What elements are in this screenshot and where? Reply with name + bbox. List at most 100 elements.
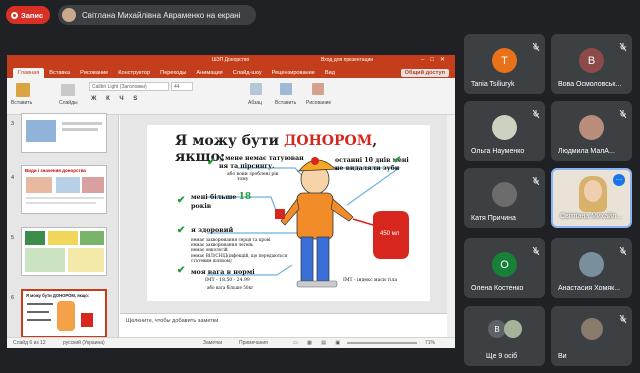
tab-home[interactable]: Главная [13, 68, 45, 78]
tab-draw[interactable]: Рисование [75, 70, 113, 78]
avatar [581, 318, 603, 340]
slide-bmi-right: ІМТ - індекс маси тіла [343, 278, 398, 283]
tab-design[interactable]: Конструктор [113, 70, 155, 78]
participant-tile[interactable]: T Tania Tsiliuryk [464, 34, 545, 94]
notes-field[interactable]: Щелкните, чтобы добавить заметки [120, 313, 455, 337]
self-tile[interactable]: Ви [551, 306, 632, 366]
record-icon [11, 11, 18, 19]
mic-off-icon [532, 105, 540, 119]
tab-review[interactable]: Рецензирование [267, 70, 320, 78]
current-slide[interactable]: Я можу бути ДОНОРОМ, якщо: у мене немає … [147, 125, 430, 301]
connector-lines [207, 157, 409, 288]
slide-healthy-details: немає захворювання серця та крові немає … [191, 237, 287, 263]
participant-name: Олена Костенко [471, 285, 524, 292]
thumb-number: 6 [11, 295, 15, 301]
tattoo-note1: або вони зроблені рік [227, 172, 279, 177]
avatar [504, 320, 522, 338]
slide-thumbnail-5[interactable] [21, 227, 107, 276]
mic-off-icon [619, 38, 627, 52]
slide-scrollbar[interactable] [447, 115, 455, 337]
slides-icon[interactable] [61, 84, 75, 96]
mic-off-icon [619, 242, 627, 256]
notes-toggle-button[interactable]: Заметки [203, 340, 222, 346]
comments-toggle-button[interactable]: Примечания [239, 340, 268, 346]
check-icon: ✔ [393, 155, 402, 166]
check-icon: ✔ [177, 265, 186, 276]
ppt-ribbon: Вставить Слайды Calibri Light (Заголовки… [7, 78, 455, 115]
tab-transitions[interactable]: Переходы [155, 70, 191, 78]
zoom-slider[interactable] [347, 342, 417, 344]
slide-thumbnail-6[interactable]: Я можу бути ДОНОРОМ, якщо: [21, 289, 107, 338]
tab-view[interactable]: Вид [320, 70, 340, 78]
more-options-icon[interactable]: … [613, 174, 625, 186]
slide-item-tattoo: у мене немає татуюван ня та пірсингу. [219, 155, 304, 171]
participant-face [584, 180, 602, 202]
drawing-icon[interactable] [312, 83, 324, 95]
insert-icon[interactable] [280, 83, 292, 95]
font-size-select[interactable]: 44 [171, 82, 193, 91]
ppt-ribbon-tabs: Главная Вставка Рисование Конструктор Пе… [7, 66, 455, 78]
slide-thumbnails-pane[interactable]: 3 4 Види і значення донорства 5 6 Я можу… [7, 113, 119, 338]
slide-item-age: мені більше 18 років [191, 193, 251, 211]
presenting-text: Світлана Михайлівна Авраменко на екрані [82, 10, 241, 20]
more-participants-tile[interactable]: В Ще 9 осіб [464, 306, 545, 366]
participant-name: Анастасия Хомяк... [558, 285, 621, 292]
presenter-avatar [62, 8, 76, 22]
slides-label: Слайды [59, 100, 78, 106]
thumb4-title: Види і значення донорства [25, 168, 86, 173]
font-name-select[interactable]: Calibri Light (Заголовки) [89, 82, 169, 91]
drawing-label: Рисование [306, 100, 332, 106]
ppt-user-prompt[interactable]: Вход для презентации [321, 57, 373, 63]
avatar [492, 115, 517, 140]
slide-item-weight: моя вага в нормі [191, 268, 255, 276]
check-icon: ✔ [177, 195, 186, 206]
participant-tile[interactable]: Катя Причина [464, 168, 545, 228]
ppt-window-title: ШЗП Донорство [212, 57, 250, 63]
share-button[interactable]: Общий доступ [400, 69, 449, 77]
ppt-status-bar: Слайд 6 из 12 русский (Украина) Заметки … [7, 337, 455, 348]
slide-weight-note: або вага більше 50кг [207, 285, 254, 290]
thumb-number: 5 [11, 235, 15, 241]
blood-bag-label: 450 мл [380, 231, 400, 237]
font-format-buttons[interactable]: Ж К Ч S [91, 96, 141, 102]
mic-off-icon [619, 105, 627, 119]
avatar: T [492, 48, 517, 73]
participant-tile-speaking[interactable]: … Світлана Михайл... [551, 168, 632, 228]
paragraph-label: Абзац [248, 100, 263, 106]
mic-off-icon [532, 38, 540, 52]
paste-icon[interactable] [16, 83, 30, 97]
avatar: О [492, 252, 517, 277]
slide-editor[interactable]: Я можу бути ДОНОРОМ, якщо: у мене немає … [120, 115, 455, 337]
shared-screen: ШЗП Донорство Вход для презентации –□✕ Г… [7, 55, 455, 348]
slide-thumbnail-3[interactable] [21, 113, 107, 153]
meeting-top-bar: Запис Світлана Михайлівна Авраменко на е… [0, 0, 640, 30]
tab-slideshow[interactable]: Слайд-шоу [228, 70, 267, 78]
age-years: років [191, 202, 212, 210]
age-text: мені більше [191, 193, 239, 201]
slide-thumbnail-4[interactable]: Види і значення донорства [21, 165, 107, 214]
participant-name: Ольга Науменко [471, 148, 525, 155]
paragraph-icon[interactable] [250, 83, 262, 95]
tattoo-line1: у мене немає татуюван [219, 155, 304, 162]
participant-tile[interactable]: Ольга Науменко [464, 101, 545, 161]
view-buttons[interactable]: ▭ ▦ ▤ ▣ [293, 340, 344, 346]
participant-tile[interactable]: О Олена Костенко [464, 238, 545, 298]
tab-insert[interactable]: Вставка [44, 70, 75, 78]
window-controls[interactable]: –□✕ [421, 56, 451, 63]
check-icon: ✔ [177, 225, 186, 236]
record-button[interactable]: Запис [6, 6, 50, 24]
mic-off-icon [532, 242, 540, 256]
participant-tile[interactable]: В Вова Осмоловськ... [551, 34, 632, 94]
mic-off-icon [619, 310, 627, 324]
avatar [579, 252, 604, 277]
avatar [579, 115, 604, 140]
participant-name: Вова Осмоловськ... [558, 81, 622, 88]
participant-tile[interactable]: Людмила МалА... [551, 101, 632, 161]
participant-tile[interactable]: Анастасия Хомяк... [551, 238, 632, 298]
tab-animation[interactable]: Анимация [191, 70, 227, 78]
participant-name: Tania Tsiliuryk [471, 81, 515, 88]
mic-off-icon [532, 172, 540, 186]
check-icon: ✔ [207, 157, 216, 168]
presenting-indicator[interactable]: Світлана Михайлівна Авраменко на екрані [58, 5, 256, 25]
participant-name: Катя Причина [471, 215, 516, 222]
